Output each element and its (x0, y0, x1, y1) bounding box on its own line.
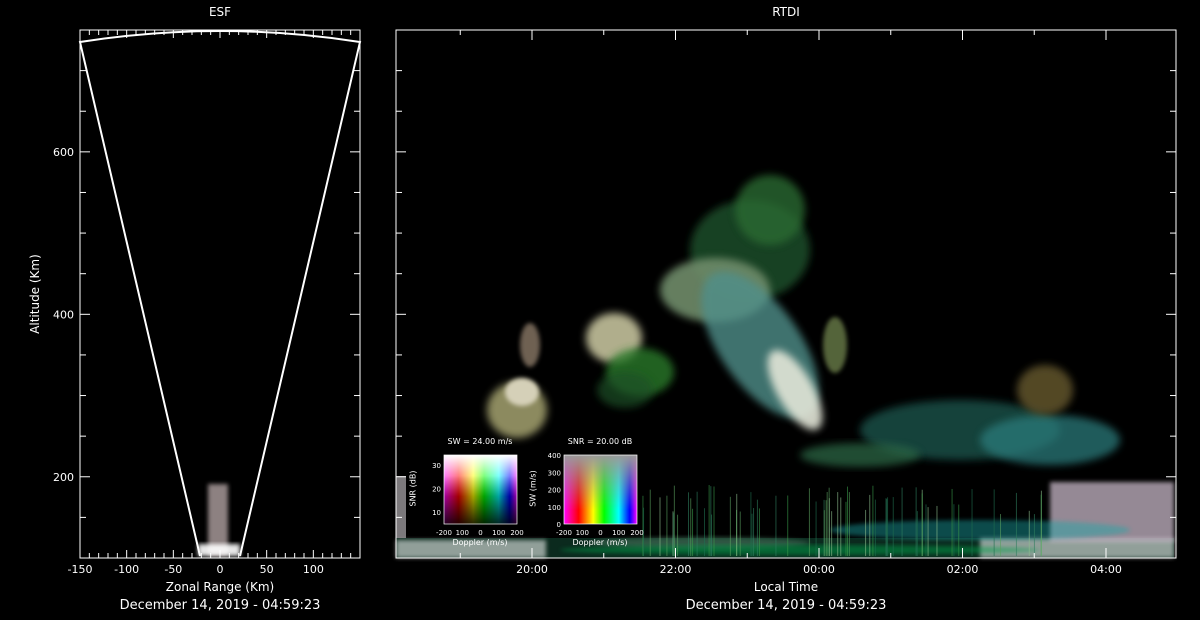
legend-snr-colormap (563, 454, 638, 525)
esf-scan-sector (78, 30, 362, 557)
legend-snr-x-tick-label: 0 (598, 529, 602, 537)
legend-snr-y-tick-label: 400 (548, 452, 561, 460)
esf-y-axis-label: Altitude (Km) (28, 254, 42, 334)
legend-sw-x-tick-label: 100 (456, 529, 469, 537)
legend-snr-x-tick-label: -200 (556, 529, 572, 537)
esf-x-tick-label: 50 (260, 563, 274, 576)
rtdi-x-tick-label: 20:00 (516, 563, 548, 576)
esf-date-label: December 14, 2019 - 04:59:23 (119, 598, 321, 613)
legend-sw-y-tick-label: 20 (432, 486, 441, 494)
esf-x-tick-label: 100 (303, 563, 324, 576)
esf-x-tick-label: -100 (114, 563, 139, 576)
legend-sw-x-tick-label: 0 (478, 529, 482, 537)
rtdi-x-tick-label: 22:00 (660, 563, 692, 576)
esf-ticks: -150 -100 -50 0 50 100 200 400 600 (53, 29, 361, 576)
rtdi-x-tick-label: 02:00 (947, 563, 979, 576)
legend-sw-xlabel: Doppler (m/s) (452, 538, 508, 547)
legend-sw-x-tick-label: 100 (492, 529, 505, 537)
legend-sw-x-tick-label: 200 (510, 529, 523, 537)
rtdi-title: RTDI (772, 5, 800, 19)
esf-x-axis-label: Zonal Range (Km) (165, 580, 275, 594)
esf-y-tick-label: 200 (53, 471, 74, 484)
rtdi-x-tick-label: 04:00 (1090, 563, 1122, 576)
esf-x-tick-label: -50 (164, 563, 182, 576)
legend-sw-y-tick-label: 10 (432, 509, 441, 517)
legend-snr-y-tick-label: 300 (548, 469, 561, 477)
esf-x-tick-label: -150 (68, 563, 93, 576)
legend-snr-title: SNR = 20.00 dB (567, 437, 633, 446)
legend-sw-title: SW = 24.00 m/s (447, 437, 513, 446)
legend-sw-x-tick-label: -200 (436, 529, 452, 537)
legend-snr-y-tick-label: 200 (548, 487, 561, 495)
rtdi-date-label: December 14, 2019 - 04:59:23 (685, 598, 887, 613)
rtdi-panel: 20:00 22:00 00:00 02:00 04:00 -200 100 0 100 200… (395, 29, 1177, 576)
legend-snr-x-tick-label: 100 (576, 529, 589, 537)
legend-sw-ylabel: SNR (dB) (408, 470, 418, 507)
legend-snr-ylabel: SW (m/s) (528, 470, 538, 507)
legend-sw-colormap (443, 454, 518, 525)
rtdi-x-axis-label: Local Time (753, 580, 819, 594)
legend-snr-x-tick-label: 200 (630, 529, 643, 537)
esf-x-tick-label: 0 (217, 563, 224, 576)
legend-snr-x-tick-label: 100 (612, 529, 625, 537)
legend-snr-y-tick-label: 0 (557, 521, 561, 529)
esf-y-tick-label: 600 (53, 146, 74, 159)
legend-snr-y-tick-label: 100 (548, 504, 561, 512)
figure-canvas: -150 -100 -50 0 50 100200400600 20:00 22… (53, 29, 1177, 576)
legend-snr-xlabel: Doppler (m/s) (572, 538, 628, 547)
rtdi-x-tick-label: 00:00 (803, 563, 835, 576)
esf-y-tick-label: 400 (53, 308, 74, 321)
esf-panel: -150 -100 -50 0 50 100 200 400 600 (53, 29, 362, 576)
legend-sw-y-tick-label: 30 (432, 462, 441, 470)
esf-echo-plume (198, 484, 240, 556)
esf-title: ESF (208, 5, 232, 19)
esf-axes-frame (79, 29, 361, 559)
